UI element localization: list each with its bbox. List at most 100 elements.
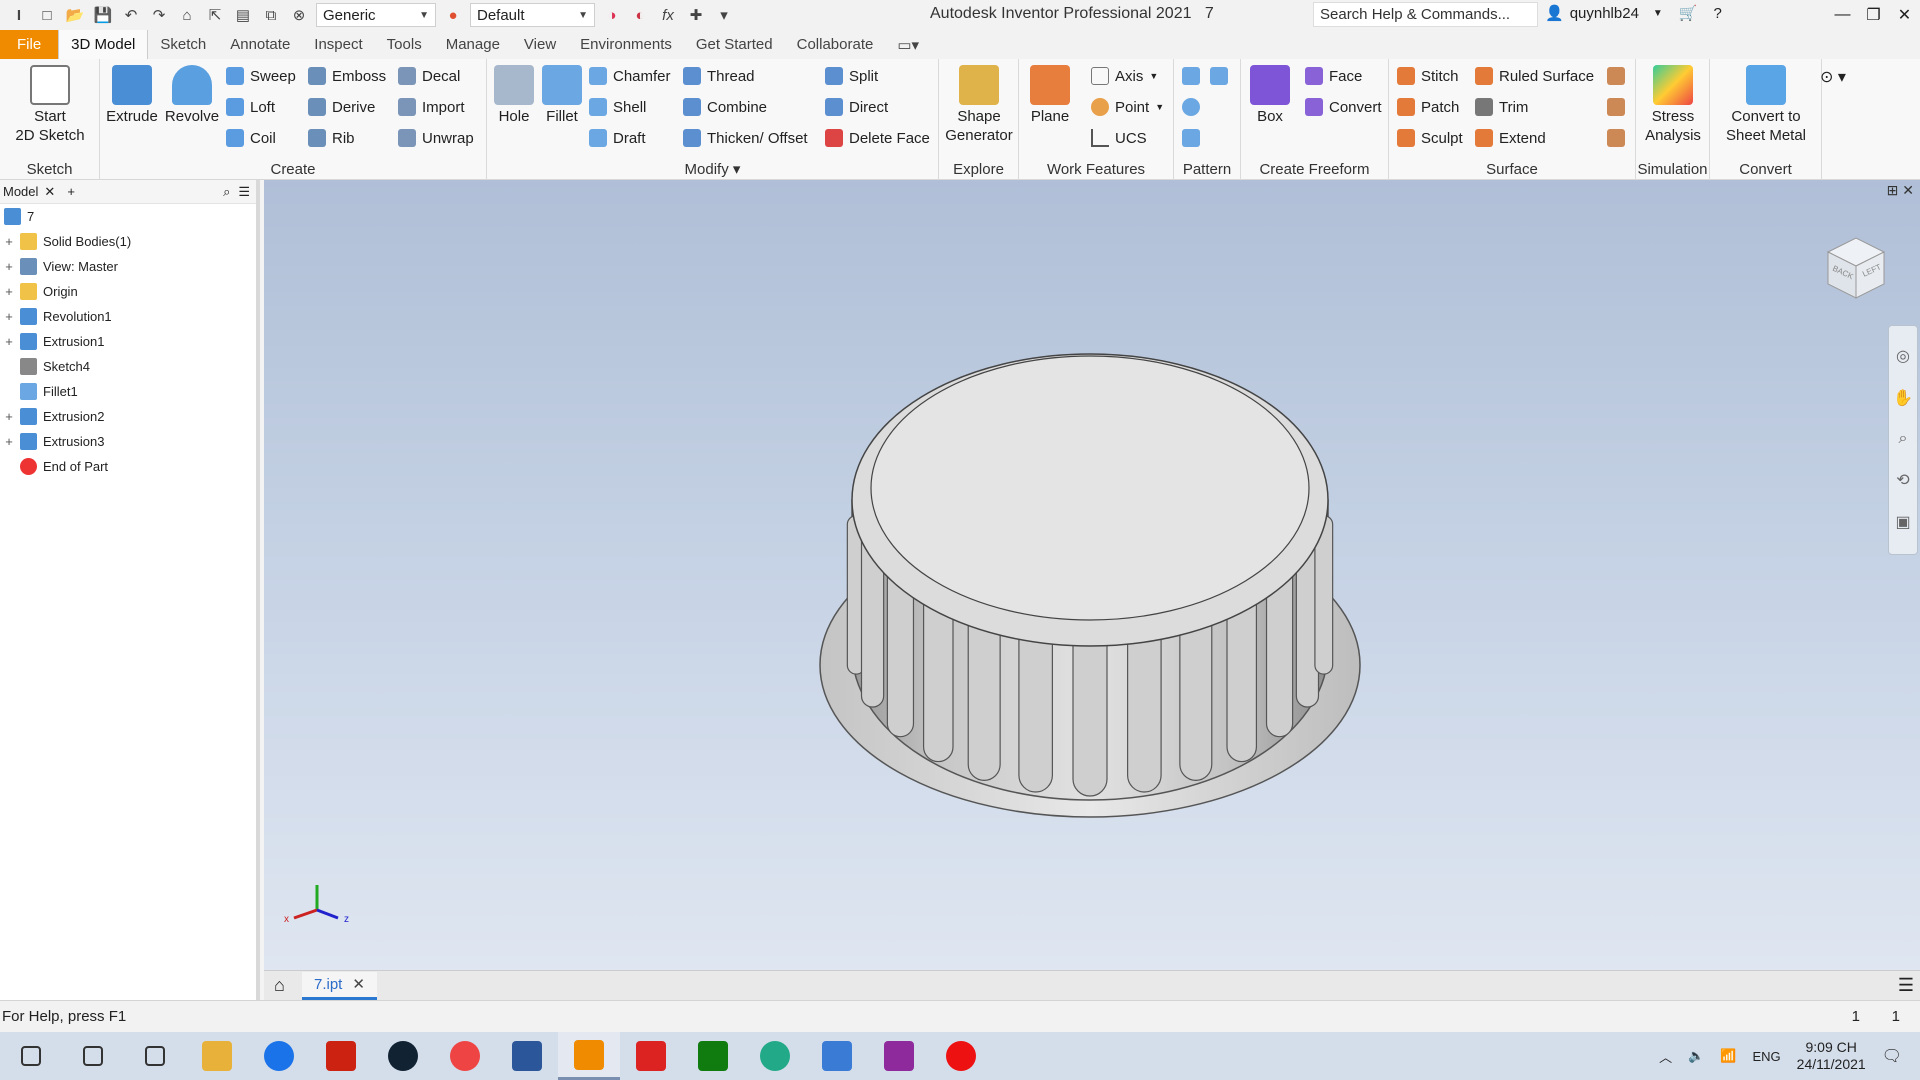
sketch-pattern-button[interactable] (1182, 126, 1200, 150)
stress-analysis-button[interactable]: Stress Analysis (1639, 65, 1707, 145)
combine-button[interactable]: Combine (683, 95, 767, 119)
orbit-icon[interactable]: ⟲ (1896, 470, 1909, 490)
help-icon[interactable]: ? (1714, 5, 1722, 22)
photos-icon[interactable] (806, 1032, 868, 1080)
face-button[interactable]: Face (1305, 64, 1362, 88)
rib-button[interactable]: Rib (308, 126, 355, 150)
close-document-icon[interactable]: ✕ (352, 975, 365, 993)
start-icon[interactable] (0, 1032, 62, 1080)
fx-icon[interactable]: fx (657, 4, 679, 26)
material-dropdown[interactable]: Generic ▼ (316, 3, 436, 27)
mirror-button[interactable] (1210, 64, 1228, 88)
look-at-icon[interactable]: ▣ (1895, 512, 1910, 532)
thread-button[interactable]: Thread (683, 64, 755, 88)
tree-item[interactable]: + Extrusion2 (0, 404, 256, 429)
home-tab-icon[interactable]: ⌂ (274, 975, 285, 996)
tab-view[interactable]: View (512, 30, 568, 59)
material-icon[interactable]: ⊗ (288, 4, 310, 26)
box-button[interactable]: Box (1245, 65, 1295, 126)
tree-item[interactable]: + Extrusion1 (0, 329, 256, 354)
tree-item[interactable]: Sketch4 (0, 354, 256, 379)
knob-cap-model[interactable] (819, 353, 1361, 818)
emboss-button[interactable]: Emboss (308, 64, 386, 88)
adjust-icon[interactable]: ◑ (601, 4, 623, 26)
surface-tool-3-button[interactable] (1607, 126, 1625, 150)
decal-button[interactable]: Decal (398, 64, 460, 88)
hole-button[interactable]: Hole (491, 65, 537, 126)
stitch-button[interactable]: Stitch (1397, 64, 1459, 88)
axis-button[interactable]: Axis ▼ (1091, 64, 1158, 88)
ucs-button[interactable]: UCS (1091, 126, 1147, 150)
save-icon[interactable]: 💾 (92, 4, 114, 26)
tab-sketch[interactable]: Sketch (148, 30, 218, 59)
loft-button[interactable]: Loft (226, 95, 275, 119)
import-button[interactable]: Import (398, 95, 465, 119)
maximize-view-icon[interactable]: ⊞ (1887, 182, 1899, 198)
pdf-icon[interactable] (868, 1032, 930, 1080)
circular-pattern-button[interactable] (1182, 95, 1200, 119)
expand-icon[interactable]: + (4, 409, 14, 424)
undo-icon[interactable]: ↶ (120, 4, 142, 26)
convert-freeform-button[interactable]: Convert (1305, 95, 1382, 119)
expand-icon[interactable]: + (4, 259, 14, 274)
language-indicator[interactable]: ENG (1752, 1049, 1780, 1064)
expand-icon[interactable]: + (4, 234, 14, 249)
app-red-icon[interactable] (310, 1032, 372, 1080)
tab-annotate[interactable]: Annotate (218, 30, 302, 59)
clock[interactable]: 9:09 CH 24/11/2021 (1797, 1039, 1866, 1073)
shape-generator-button[interactable]: Shape Generator (943, 65, 1015, 145)
appearance-ball-icon[interactable]: ● (442, 4, 464, 26)
appearance-dropdown[interactable]: Default ▼ (470, 3, 595, 27)
tree-item[interactable]: Fillet1 (0, 379, 256, 404)
restore-icon[interactable]: ❐ (1858, 0, 1889, 30)
open-file-icon[interactable]: 📂 (64, 4, 86, 26)
customize-icon[interactable]: ▾ (713, 4, 735, 26)
modify-panel-label[interactable]: Modify ▾ (487, 160, 938, 178)
surface-tool-1-button[interactable] (1607, 64, 1625, 88)
plus-icon[interactable]: ✚ (685, 4, 707, 26)
close-view-icon[interactable]: ✕ (1902, 182, 1914, 198)
model-tab[interactable]: Model (3, 184, 44, 199)
extrude-button[interactable]: Extrude (106, 65, 158, 126)
search-input[interactable]: Search Help & Commands... (1313, 2, 1538, 27)
tray-chevron-icon[interactable]: ︿ (1659, 1047, 1672, 1066)
tab-file[interactable]: File (0, 30, 59, 59)
draft-button[interactable]: Draft (589, 126, 646, 150)
patch-button[interactable]: Patch (1397, 95, 1459, 119)
delete-face-button[interactable]: Delete Face (825, 126, 930, 150)
minimize-icon[interactable]: — (1827, 0, 1858, 30)
coil-button[interactable]: Coil (226, 126, 276, 150)
network-icon[interactable]: 📶 (1720, 1048, 1736, 1064)
taskview-icon[interactable] (124, 1032, 186, 1080)
expand-icon[interactable]: + (4, 434, 14, 449)
pan-icon[interactable]: ✋ (1893, 388, 1913, 408)
tab-collaborate[interactable]: Collaborate (785, 30, 886, 59)
extend-button[interactable]: Extend (1475, 126, 1546, 150)
expand-icon[interactable]: + (4, 309, 14, 324)
chrome-icon[interactable] (434, 1032, 496, 1080)
chamfer-button[interactable]: Chamfer (589, 64, 671, 88)
sculpt-button[interactable]: Sculpt (1397, 126, 1463, 150)
home-icon[interactable]: ⌂ (176, 4, 198, 26)
document-tab[interactable]: 7.ipt ✕ (302, 971, 377, 1000)
notifications-icon[interactable]: 🗨 (1882, 1046, 1902, 1066)
tree-item[interactable]: + Solid Bodies(1) (0, 229, 256, 254)
start-2d-sketch-button[interactable]: Start 2D Sketch (8, 65, 92, 145)
direct-button[interactable]: Direct (825, 95, 888, 119)
sweep-button[interactable]: Sweep (226, 64, 296, 88)
view-cube[interactable]: BACK LEFT (1820, 230, 1892, 302)
point-button[interactable]: Point ▼ (1091, 95, 1164, 119)
shell-button[interactable]: Shell (589, 95, 646, 119)
tree-item[interactable]: + Revolution1 (0, 304, 256, 329)
convert-sheet-metal-button[interactable]: Convert to Sheet Metal (1714, 65, 1818, 145)
chrome-alt-icon[interactable] (744, 1032, 806, 1080)
surface-tool-2-button[interactable] (1607, 95, 1625, 119)
document-menu-icon[interactable]: ☰ (1898, 975, 1914, 996)
tab-3d-model[interactable]: 3D Model (58, 30, 149, 59)
tab-inspect[interactable]: Inspect (302, 30, 374, 59)
record-icon[interactable] (930, 1032, 992, 1080)
measure-icon[interactable]: ⧉ (260, 4, 282, 26)
rectangular-pattern-button[interactable] (1182, 64, 1200, 88)
derive-button[interactable]: Derive (308, 95, 375, 119)
zalo-icon[interactable] (248, 1032, 310, 1080)
